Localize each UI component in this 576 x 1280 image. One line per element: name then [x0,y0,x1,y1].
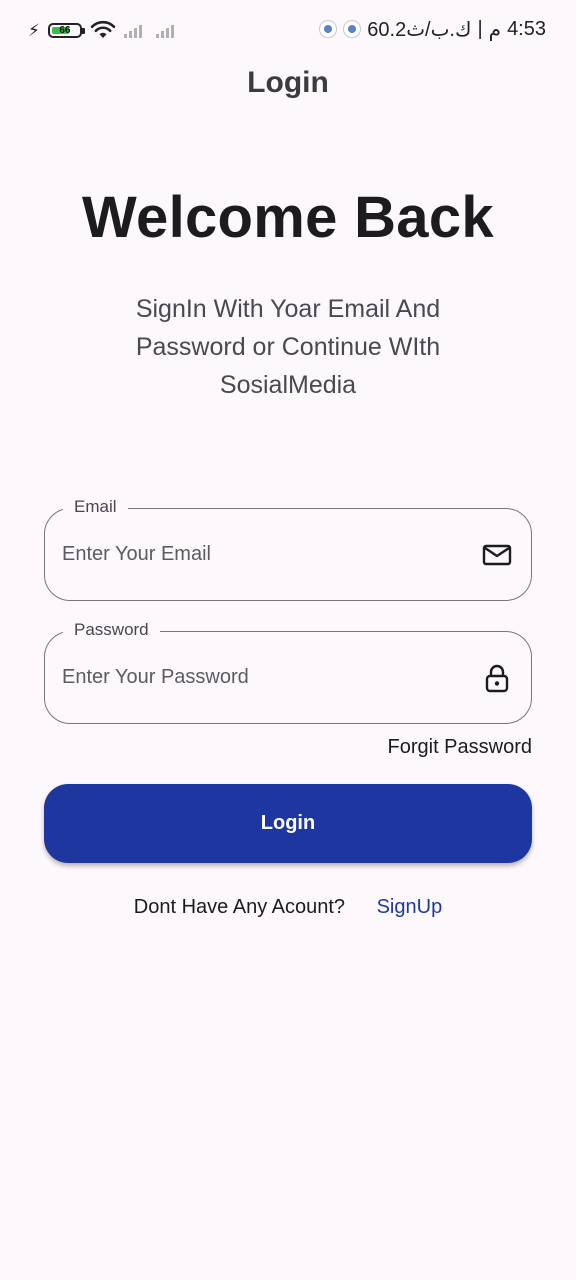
notification-icon [343,20,362,38]
network-speed: 60.2ك.ب/ث [367,18,472,41]
status-separator: | [477,17,483,40]
wifi-icon [90,20,116,38]
password-field[interactable]: Password [44,619,532,724]
status-right: 60.2ك.ب/ث | م 4:53 [319,16,546,42]
clock: 4:53 [507,17,546,40]
battery-icon: 66 [47,22,85,38]
login-screen: ⚡ 66 60.2ك.ب/ث | م 4:53 Login Welcome Ba… [0,0,576,1280]
forgot-password-link[interactable]: Forgit Password [388,736,533,759]
signup-row: Dont Have Any Acount? SignUp [0,896,576,919]
login-button[interactable]: Login [44,784,532,863]
notification-icon [319,20,338,38]
email-input[interactable] [62,509,462,600]
lock-icon [485,664,509,693]
signal-icon [123,23,142,38]
welcome-title: Welcome Back [82,185,494,250]
welcome-subtitle: SignIn With Yoar Email And Password or C… [135,295,441,399]
password-input[interactable] [62,632,462,723]
ampm: م [488,18,502,41]
email-field[interactable]: Email [44,496,532,601]
charging-icon: ⚡ [28,20,40,40]
mail-icon [482,544,512,566]
login-button-label: Login [260,812,316,834]
signup-link[interactable]: SignUp [377,896,443,918]
status-bar: ⚡ 66 60.2ك.ب/ث | م 4:53 [0,0,576,60]
battery-level: 66 [59,24,71,36]
signup-prompt: Dont Have Any Acount? [133,896,346,918]
app-bar-title: Login [247,66,329,99]
signal-icon [155,23,174,38]
status-icons-left: ⚡ 66 [28,18,174,42]
